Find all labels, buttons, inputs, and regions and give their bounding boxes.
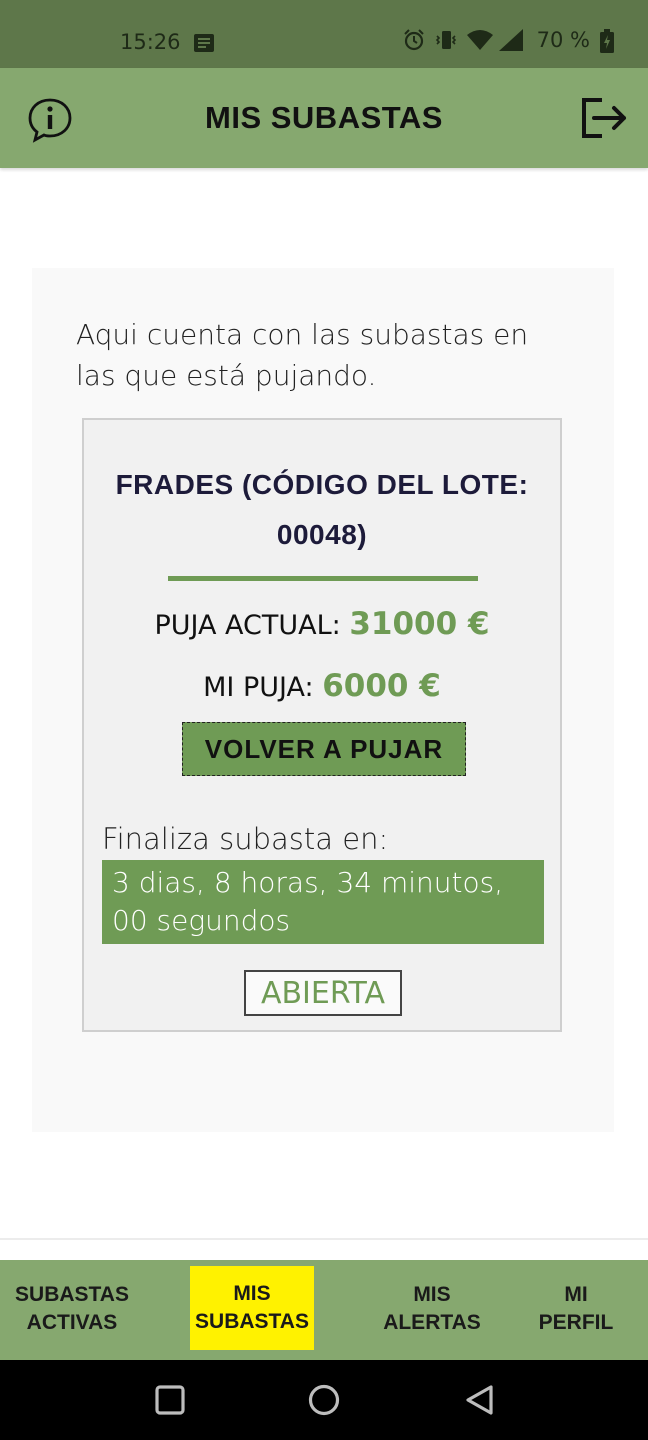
nav-label-line1: MIS [233,1282,271,1305]
vibrate-icon [435,29,457,51]
nav-label-line2: ALERTAS [383,1311,481,1334]
nav-label-line1: MI [564,1283,588,1306]
battery-level: 70 % [536,28,590,52]
back-triangle-icon [466,1385,493,1415]
nav-item-subastas-activas[interactable]: SUBASTAS ACTIVAS [6,1266,138,1352]
my-bid-value: 6000 € [322,668,441,704]
rebid-button[interactable]: VOLVER A PUJAR [182,722,466,776]
nav-label-line2: SUBASTAS [195,1310,309,1333]
recents-button[interactable] [152,1382,188,1418]
logout-button[interactable] [580,96,630,140]
my-bid-row: MI PUJA: 6000 € [84,668,560,704]
circle-nav-icon [308,1384,340,1416]
nav-item-mis-alertas[interactable]: MIS ALERTAS [372,1266,492,1352]
home-button[interactable] [306,1382,342,1418]
nav-item-mi-perfil[interactable]: MI PERFIL [520,1266,632,1352]
nav-label-line2: PERFIL [538,1311,614,1334]
logout-icon [582,98,626,138]
nav-label-line1: SUBASTAS [15,1283,129,1306]
app-bar: MIS SUBASTAS [0,68,648,168]
signal-icon [498,29,523,51]
current-bid-label: PUJA ACTUAL: [154,610,341,641]
battery-icon [600,29,614,53]
nav-label-line1: MIS [413,1283,451,1306]
my-bid-label: MI PUJA: [203,672,314,703]
notification-icon [194,33,214,52]
current-bid-value: 31000 € [349,606,490,642]
ends-label: Finaliza subasta en: [102,822,389,856]
alarm-icon [403,29,425,51]
bottom-nav: SUBASTAS ACTIVAS MIS SUBASTAS MIS ALERTAS M… [0,1260,648,1360]
card-divider [168,576,478,581]
status-badge: ABIERTA [244,970,402,1016]
back-button[interactable] [462,1382,498,1418]
status-time: 15:26 [120,30,181,54]
content-panel: Aqui cuenta con las subastas en las que … [32,268,614,1132]
nav-label-line2: ACTIVAS [26,1311,118,1334]
auction-title: FRADES (CÓDIGO DEL LOTE: 00048) [115,469,529,550]
current-bid-row: PUJA ACTUAL: 31000 € [84,606,560,642]
nav-item-mis-subastas[interactable]: MIS SUBASTAS [190,1266,314,1350]
status-bar: 15:26 70 % [0,0,648,68]
divider [0,1238,648,1240]
intro-text: Aqui cuenta con las subastas en las que … [76,318,529,392]
page-title: MIS SUBASTAS [205,100,443,135]
auction-card: FRADES (CÓDIGO DEL LOTE: 00048) PUJA ACT… [82,418,562,1032]
square-nav-icon [155,1385,185,1415]
system-navigation-bar [0,1360,648,1440]
countdown-timer: 3 dias, 8 horas, 34 minutos, 00 segundos [102,860,544,944]
wifi-icon [466,29,493,51]
